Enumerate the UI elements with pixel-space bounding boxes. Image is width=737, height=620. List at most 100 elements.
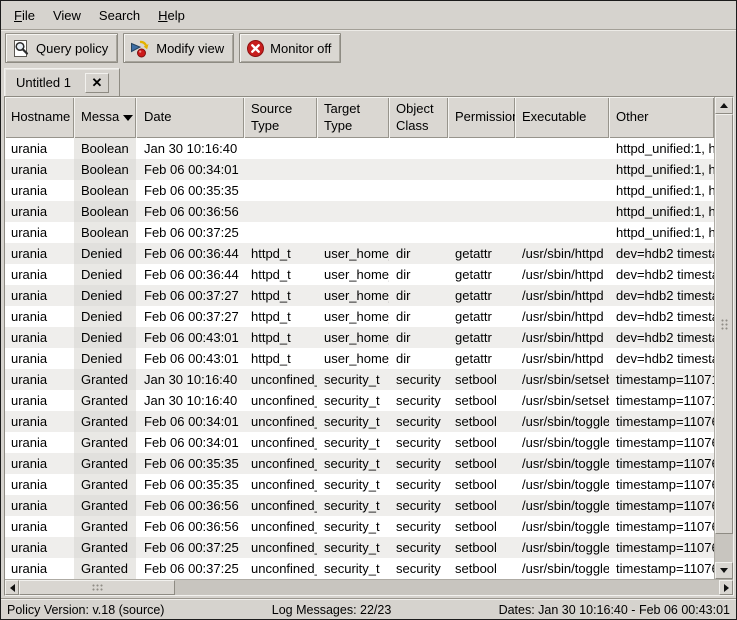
cell-objclass: security	[389, 558, 448, 579]
cell-source: unconfined_	[244, 453, 317, 474]
thumb-grip-icon	[721, 319, 728, 330]
cell-hostname: urania	[5, 495, 74, 516]
cell-date: Feb 06 00:36:44	[136, 243, 244, 264]
menu-file[interactable]: File	[5, 8, 44, 23]
cell-message: Boolean	[74, 201, 136, 222]
table-row[interactable]: uraniaGrantedJan 30 10:16:40unconfined_s…	[5, 390, 714, 411]
menu-view[interactable]: View	[44, 8, 90, 23]
table-row[interactable]: uraniaBooleanFeb 06 00:34:01httpd_unifie…	[5, 159, 714, 180]
menu-bar: File View Search Help	[1, 1, 736, 30]
cell-objclass: dir	[389, 306, 448, 327]
cell-message: Denied	[74, 348, 136, 369]
cell-objclass: dir	[389, 243, 448, 264]
table-row[interactable]: uraniaGrantedJan 30 10:16:40unconfined_s…	[5, 369, 714, 390]
cell-source: unconfined_	[244, 495, 317, 516]
cell-permission: setbool	[448, 558, 515, 579]
cell-objclass: security	[389, 432, 448, 453]
table-row[interactable]: uraniaDeniedFeb 06 00:36:44httpd_tuser_h…	[5, 243, 714, 264]
cell-permission: setbool	[448, 453, 515, 474]
cell-source: httpd_t	[244, 306, 317, 327]
cell-message: Granted	[74, 516, 136, 537]
horizontal-scroll-track[interactable]	[19, 580, 719, 595]
column-header-permission[interactable]: Permission	[448, 97, 515, 138]
query-policy-button[interactable]: Query policy	[5, 33, 118, 63]
cell-executable: /usr/sbin/toggle	[515, 474, 609, 495]
column-header-message[interactable]: Messa	[74, 97, 136, 138]
cell-source	[244, 180, 317, 201]
cell-hostname: urania	[5, 243, 74, 264]
cell-permission: getattr	[448, 285, 515, 306]
scroll-left-button[interactable]	[5, 580, 19, 595]
column-header-executable[interactable]: Executable	[515, 97, 609, 138]
cell-target: security_t	[317, 432, 389, 453]
table-row[interactable]: uraniaBooleanFeb 06 00:37:25httpd_unifie…	[5, 222, 714, 243]
table-row[interactable]: uraniaGrantedFeb 06 00:37:25unconfined_s…	[5, 558, 714, 579]
cell-message: Granted	[74, 453, 136, 474]
cell-permission: getattr	[448, 264, 515, 285]
table-row[interactable]: uraniaDeniedFeb 06 00:37:27httpd_tuser_h…	[5, 306, 714, 327]
table-row[interactable]: uraniaGrantedFeb 06 00:37:25unconfined_s…	[5, 537, 714, 558]
table-row[interactable]: uraniaDeniedFeb 06 00:37:27httpd_tuser_h…	[5, 285, 714, 306]
cell-hostname: urania	[5, 474, 74, 495]
cell-permission	[448, 201, 515, 222]
table-row[interactable]: uraniaBooleanFeb 06 00:36:56httpd_unifie…	[5, 201, 714, 222]
table-row[interactable]: uraniaDeniedFeb 06 00:43:01httpd_tuser_h…	[5, 327, 714, 348]
cell-message: Granted	[74, 390, 136, 411]
cell-hostname: urania	[5, 390, 74, 411]
cell-executable: /usr/sbin/toggle	[515, 516, 609, 537]
column-header-source-type[interactable]: Source Type	[244, 97, 317, 138]
menu-search[interactable]: Search	[90, 8, 149, 23]
vertical-scroll-thumb[interactable]	[715, 114, 733, 534]
cell-executable: /usr/sbin/httpd	[515, 264, 609, 285]
cell-hostname: urania	[5, 201, 74, 222]
table-row[interactable]: uraniaGrantedFeb 06 00:35:35unconfined_s…	[5, 453, 714, 474]
vertical-scroll-track[interactable]	[715, 114, 733, 562]
column-header-target-type[interactable]: Target Type	[317, 97, 389, 138]
column-header-hostname[interactable]: Hostname	[5, 97, 74, 138]
cell-objclass: security	[389, 474, 448, 495]
scroll-down-button[interactable]	[715, 562, 733, 579]
cell-date: Feb 06 00:35:35	[136, 180, 244, 201]
toolbar: Query policy Modify view Monitor off	[1, 30, 736, 66]
cell-hostname: urania	[5, 369, 74, 390]
menu-help-label: elp	[168, 8, 185, 23]
cell-target	[317, 138, 389, 159]
cell-date: Jan 30 10:16:40	[136, 390, 244, 411]
column-header-other[interactable]: Other	[609, 97, 714, 138]
table-row[interactable]: uraniaBooleanFeb 06 00:35:35httpd_unifie…	[5, 180, 714, 201]
horizontal-scrollbar[interactable]	[5, 579, 733, 595]
cell-executable: /usr/sbin/httpd	[515, 285, 609, 306]
menu-help[interactable]: Help	[149, 8, 194, 23]
modify-view-button[interactable]: Modify view	[123, 33, 234, 63]
table-row[interactable]: uraniaDeniedFeb 06 00:43:01httpd_tuser_h…	[5, 348, 714, 369]
column-header-object-class[interactable]: Object Class	[389, 97, 448, 138]
vertical-scrollbar[interactable]	[714, 97, 733, 579]
cell-hostname: urania	[5, 138, 74, 159]
tab-close-button[interactable]: ✕	[85, 73, 109, 93]
cell-source: unconfined_	[244, 474, 317, 495]
cell-hostname: urania	[5, 453, 74, 474]
monitor-off-button[interactable]: Monitor off	[239, 33, 341, 63]
cell-target	[317, 222, 389, 243]
horizontal-scroll-thumb[interactable]	[19, 580, 175, 595]
cell-source: unconfined_	[244, 432, 317, 453]
table-row[interactable]: uraniaGrantedFeb 06 00:35:35unconfined_s…	[5, 474, 714, 495]
cell-permission: setbool	[448, 537, 515, 558]
table-row[interactable]: uraniaGrantedFeb 06 00:34:01unconfined_s…	[5, 411, 714, 432]
table-row[interactable]: uraniaDeniedFeb 06 00:36:44httpd_tuser_h…	[5, 264, 714, 285]
table-row[interactable]: uraniaBooleanJan 30 10:16:40httpd_unifie…	[5, 138, 714, 159]
close-icon: ✕	[91, 76, 102, 89]
tab-untitled-1[interactable]: Untitled 1 ✕	[4, 68, 120, 96]
cell-source: unconfined_	[244, 537, 317, 558]
table-row[interactable]: uraniaGrantedFeb 06 00:34:01unconfined_s…	[5, 432, 714, 453]
cell-date: Feb 06 00:37:25	[136, 558, 244, 579]
cell-other: dev=hdb2 timesta	[609, 348, 714, 369]
column-header-date[interactable]: Date	[136, 97, 244, 138]
table-row[interactable]: uraniaGrantedFeb 06 00:36:56unconfined_s…	[5, 516, 714, 537]
cell-message: Granted	[74, 474, 136, 495]
cell-message: Boolean	[74, 159, 136, 180]
table-row[interactable]: uraniaGrantedFeb 06 00:36:56unconfined_s…	[5, 495, 714, 516]
scroll-right-button[interactable]	[719, 580, 733, 595]
scroll-up-button[interactable]	[715, 97, 733, 114]
cell-hostname: urania	[5, 516, 74, 537]
